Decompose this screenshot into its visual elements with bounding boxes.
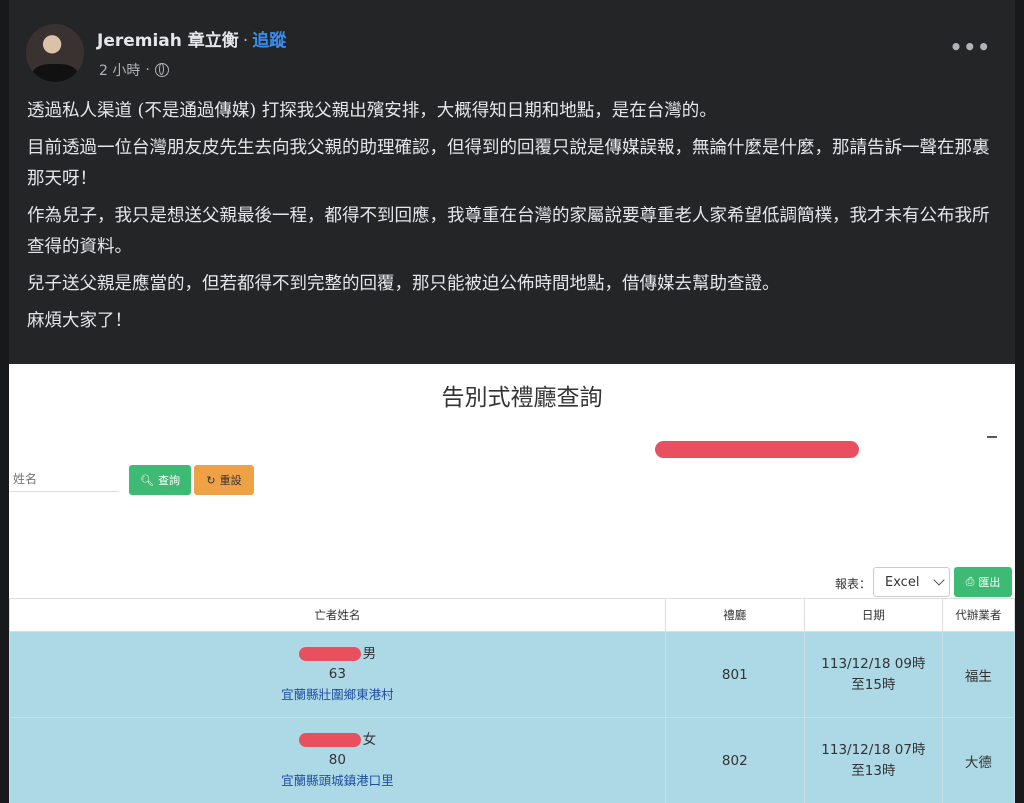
table-row[interactable]: 男 63 宜蘭縣壯圍鄉東港村 801 113/12/18 09時 至15時 福生	[9, 631, 1015, 718]
search-icon: 🔍︎	[140, 473, 154, 487]
page-title: 告別式禮廳查詢	[441, 385, 603, 411]
collapse-icon[interactable]	[987, 436, 997, 438]
name-line: 女	[11, 730, 664, 750]
agent-cell: 福生	[941, 631, 1015, 718]
redaction-mark	[298, 647, 361, 661]
search-button-label: 查詢	[157, 474, 180, 487]
reset-button[interactable]: ↻ 重設	[194, 465, 254, 495]
address-link[interactable]: 宜蘭縣頭城鎮港口里	[11, 771, 664, 791]
separator: ·	[242, 31, 249, 51]
column-header[interactable]: 亡者姓名	[9, 598, 666, 632]
report-label: 報表：	[835, 577, 872, 591]
paragraph: 作為兒子，我只是想送父親最後一程，都得不到回應，我尊重在台灣的家屬說要尊重老人家…	[27, 206, 990, 257]
name-search-input[interactable]	[9, 466, 119, 492]
date-cell: 113/12/18 07時 至13時	[803, 717, 943, 803]
reset-button-label: 重設	[219, 474, 242, 487]
table-header-row: 亡者姓名 禮廳 日期 代辦業者	[9, 598, 1015, 632]
post-text: 透過私人渠道 (不是通過傳媒) 打探我父親出殯安排，大概得知日期和地點，是在台灣…	[27, 96, 997, 343]
post-header: Jeremiah 章立衡 · 追蹤 2 小時 · •••	[9, 0, 1015, 90]
more-options-button[interactable]: •••	[950, 35, 991, 59]
export-button-label: 匯出	[978, 576, 1001, 589]
attached-screenshot[interactable]: 告別式禮廳查詢 🔍︎ 查詢 ↻ 重設 報表： Excel ⎙ 匯出 亡者姓名 禮…	[9, 364, 1015, 803]
author-name[interactable]: Jeremiah 章立衡	[97, 31, 239, 51]
refresh-icon: ↻	[206, 473, 216, 487]
print-icon: ⎙	[965, 575, 975, 588]
author-line: Jeremiah 章立衡 · 追蹤	[97, 26, 286, 51]
paragraph: 麻煩大家了！	[27, 311, 132, 331]
column-header[interactable]: 日期	[803, 598, 943, 632]
post-time[interactable]: 2 小時	[99, 60, 140, 80]
globe-icon	[154, 63, 169, 77]
facebook-post: Jeremiah 章立衡 · 追蹤 2 小時 · ••• 透過私人渠道 (不是通過傳…	[9, 0, 1015, 803]
export-button[interactable]: ⎙ 匯出	[954, 567, 1012, 597]
name-line: 男	[11, 644, 664, 664]
date-line: 至13時	[851, 762, 896, 779]
hall-cell: 802	[664, 717, 805, 803]
results-table: 亡者姓名 禮廳 日期 代辦業者 男 63 宜蘭縣壯圍鄉東港村 801 113/1…	[9, 598, 1015, 803]
agent-cell: 大德	[941, 717, 1015, 803]
author-avatar[interactable]	[26, 24, 84, 82]
deceased-cell: 男 63 宜蘭縣壯圍鄉東港村	[9, 631, 666, 718]
redaction-mark	[298, 733, 361, 747]
column-header[interactable]: 禮廳	[664, 598, 805, 632]
search-button[interactable]: 🔍︎ 查詢	[129, 465, 191, 495]
age: 80	[328, 752, 346, 768]
paragraph: 透過私人渠道 (不是通過傳媒) 打探我父親出殯安排，大概得知日期和地點，是在台灣…	[27, 101, 717, 121]
date-line: 113/12/18 09時	[821, 655, 926, 672]
column-header[interactable]: 代辦業者	[941, 598, 1015, 632]
format-select[interactable]: Excel	[873, 567, 950, 597]
meta-dot: ·	[145, 62, 150, 78]
post-meta: 2 小時 ·	[99, 60, 169, 80]
date-line: 至15時	[851, 676, 896, 693]
date-cell: 113/12/18 09時 至15時	[803, 631, 943, 718]
date-line: 113/12/18 07時	[821, 741, 926, 758]
redaction-mark	[655, 441, 859, 458]
paragraph: 目前透過一位台灣朋友皮先生去向我父親的助理確認，但得到的回覆只說是傳媒誤報，無論…	[27, 138, 990, 189]
paragraph: 兒子送父親是應當的，但若都得不到完整的回覆，那只能被迫公佈時間地點，借傳媒去幫助…	[27, 274, 780, 294]
address-link[interactable]: 宜蘭縣壯圍鄉東港村	[11, 685, 664, 705]
format-select-value: Excel	[885, 574, 920, 590]
follow-button[interactable]: 追蹤	[252, 31, 286, 51]
chevron-down-icon	[933, 574, 945, 586]
gender: 男	[362, 646, 377, 662]
age: 63	[328, 666, 346, 682]
deceased-cell: 女 80 宜蘭縣頭城鎮港口里	[9, 717, 666, 803]
hall-cell: 801	[664, 631, 805, 718]
gender: 女	[362, 732, 377, 748]
table-row[interactable]: 女 80 宜蘭縣頭城鎮港口里 802 113/12/18 07時 至13時 大德	[9, 717, 1015, 803]
